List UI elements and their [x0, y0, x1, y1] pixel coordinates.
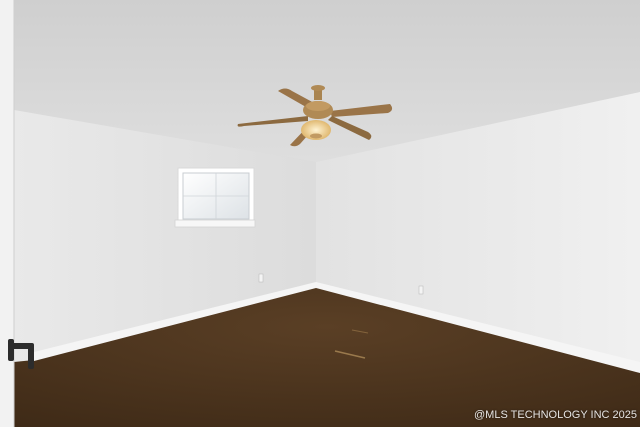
watermark-text: @MLS TECHNOLOGY INC 2025 — [474, 409, 637, 421]
window — [174, 167, 256, 228]
room-illustration — [0, 0, 640, 427]
window-sill — [174, 219, 256, 228]
wall-outlet — [418, 285, 424, 295]
wall-outlet — [258, 273, 264, 283]
room-photo: @MLS TECHNOLOGY INC 2025 — [0, 0, 640, 427]
door-frame — [0, 0, 14, 427]
